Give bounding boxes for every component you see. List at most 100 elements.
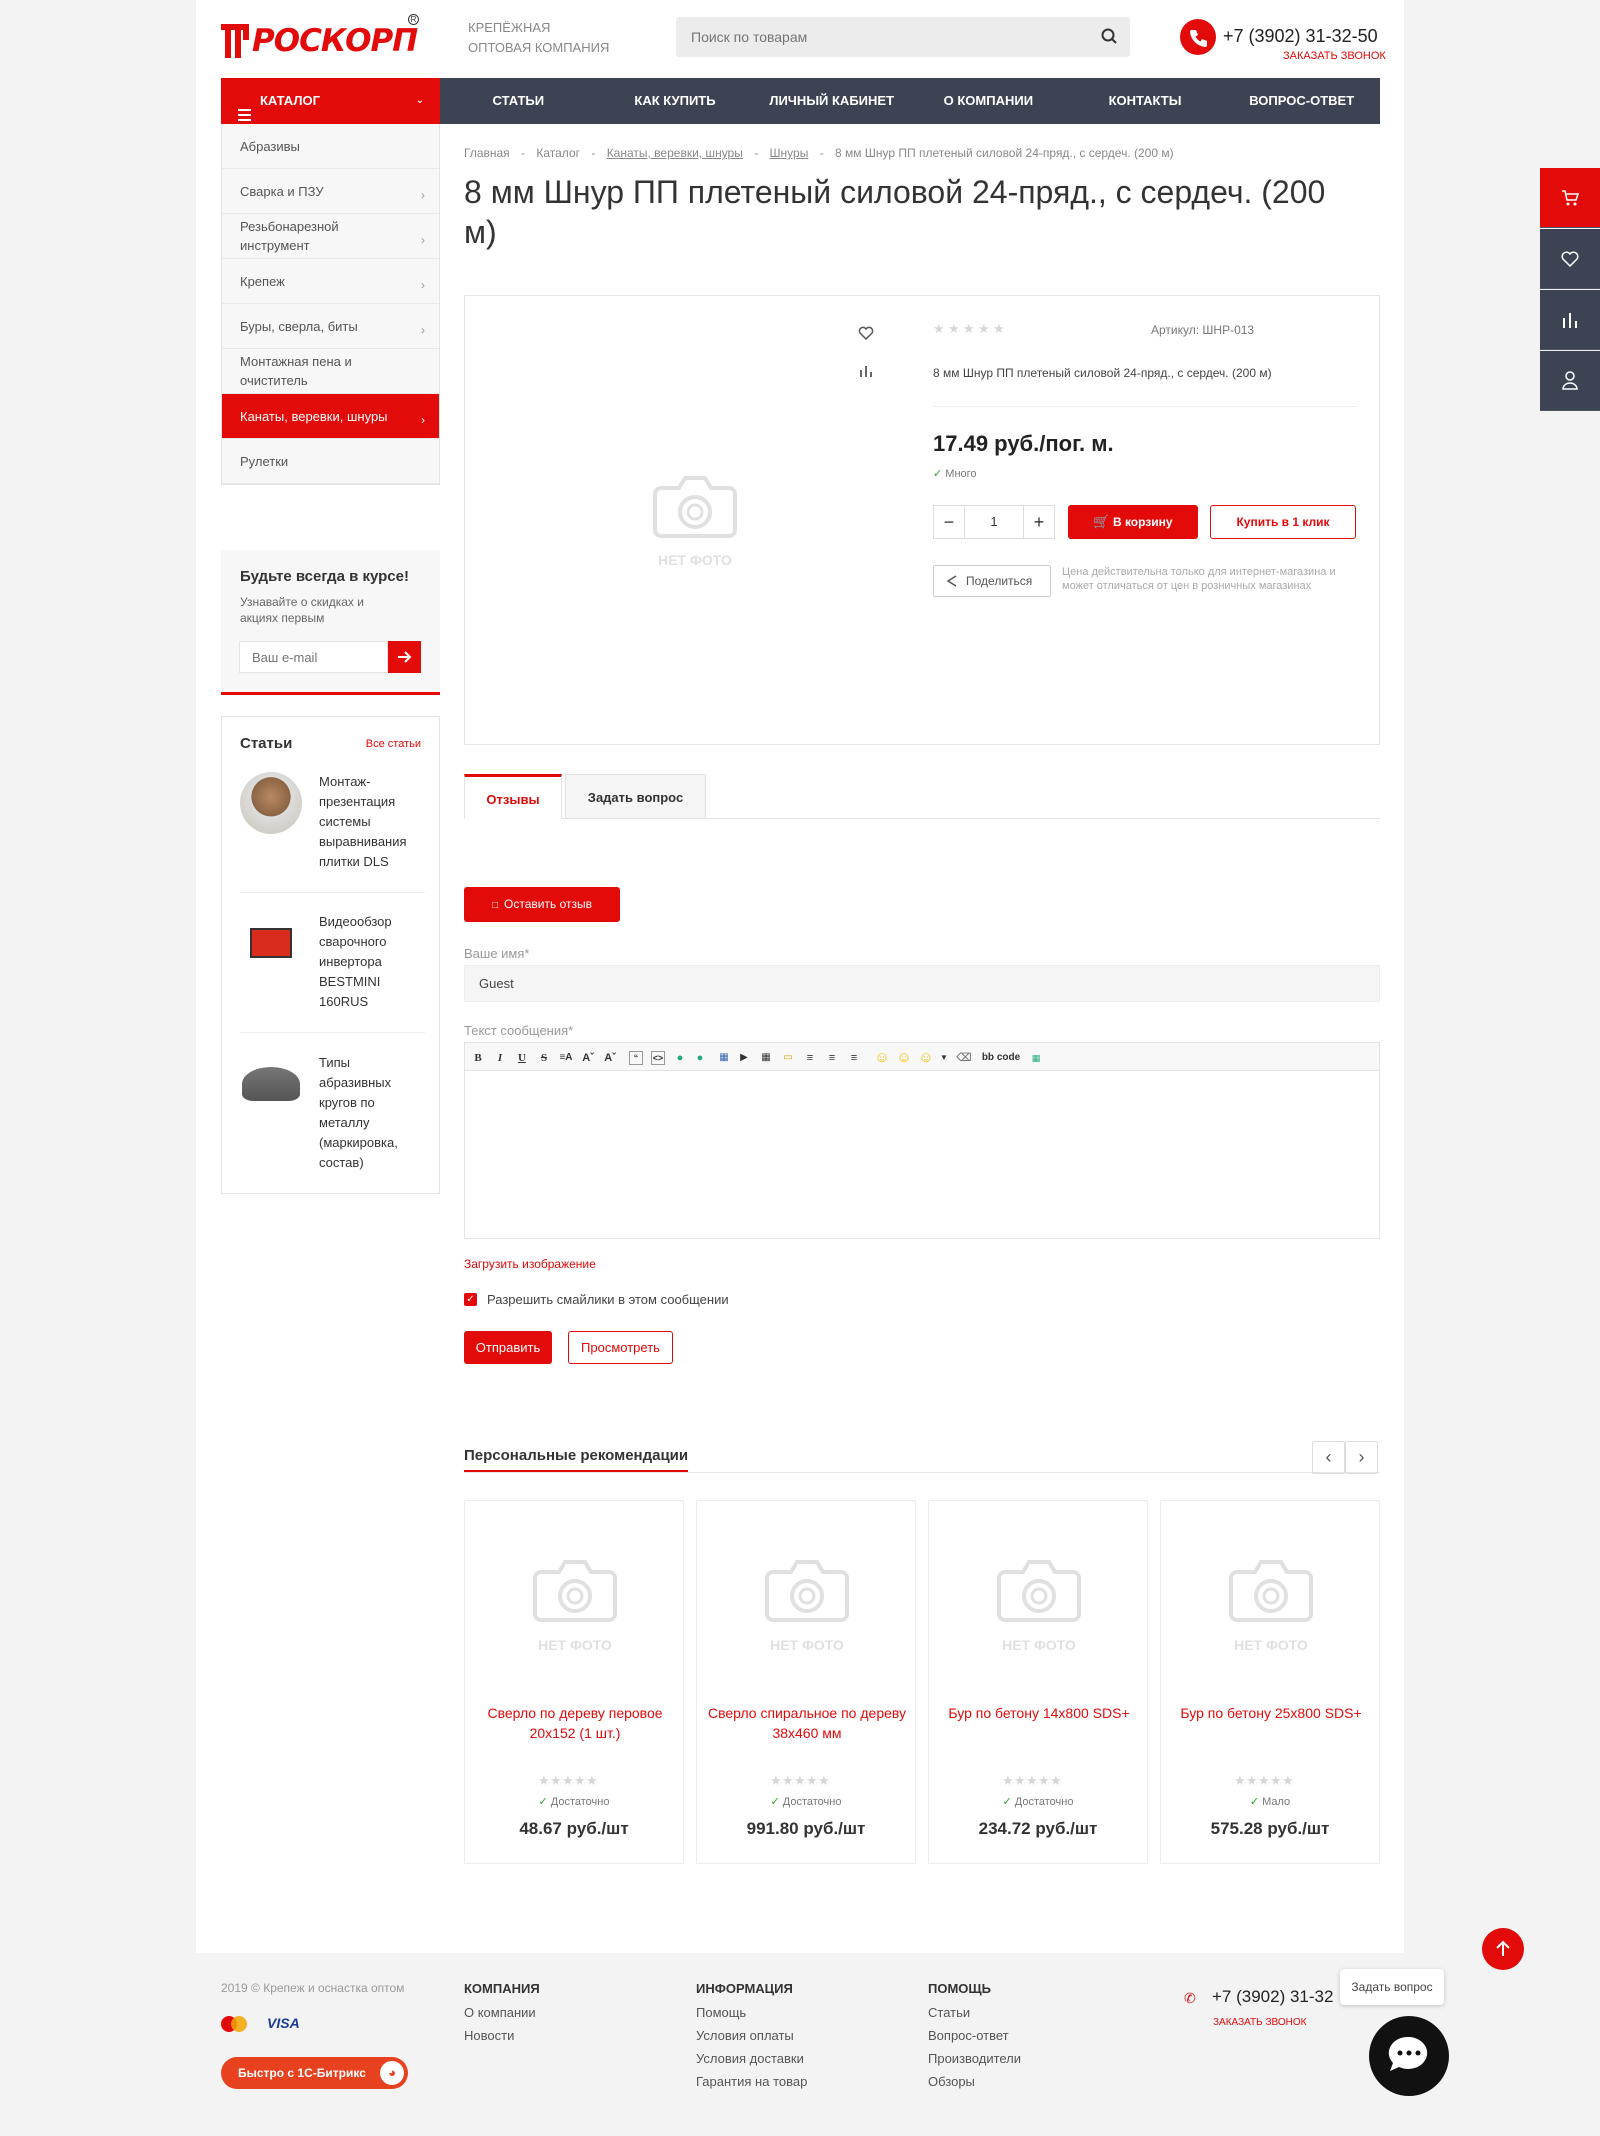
- product-name[interactable]: Бур по бетону 25х800 SDS+: [1171, 1703, 1371, 1723]
- nav-item-about[interactable]: О КОМПАНИИ: [910, 78, 1067, 124]
- breadcrumb-catalog[interactable]: Каталог: [536, 146, 580, 160]
- product-name[interactable]: Сверло по дереву перовое 20х152 (1 шт.): [475, 1703, 675, 1743]
- subscribe-submit-button[interactable]: [388, 641, 421, 673]
- sidebar-item-threading[interactable]: Резьбонарезной инструмент ›: [222, 214, 439, 259]
- chat-button[interactable]: [1369, 2016, 1449, 2096]
- code-icon[interactable]: <>: [651, 1051, 665, 1065]
- footer-link-articles[interactable]: Статьи: [928, 2005, 970, 2020]
- footer-link-about[interactable]: О компании: [464, 2005, 536, 2020]
- breadcrumb-cords[interactable]: Шнуры: [770, 146, 809, 160]
- spoiler-icon[interactable]: ▭: [779, 1049, 797, 1067]
- breadcrumb-ropes[interactable]: Канаты, веревки, шнуры: [607, 146, 743, 160]
- font-size-icon[interactable]: Aˇ: [579, 1049, 597, 1067]
- footer-phone[interactable]: +7 (3902) 31-32: [1212, 1987, 1342, 2007]
- sidebar-item-welding[interactable]: Сварка и ПЗУ ›: [222, 169, 439, 214]
- breadcrumb-home[interactable]: Главная: [464, 146, 510, 160]
- product-name[interactable]: Бур по бетону 14х800 SDS+: [939, 1703, 1139, 1723]
- logo-text[interactable]: РОСКОРП: [252, 24, 418, 58]
- footer-link-warranty[interactable]: Гарантия на товар: [696, 2074, 807, 2089]
- all-articles-link[interactable]: Все статьи: [366, 738, 421, 750]
- smile-icon[interactable]: ☺: [873, 1049, 891, 1067]
- logo-mark-icon[interactable]: [221, 24, 249, 58]
- font-color-icon[interactable]: ≡A: [557, 1049, 575, 1067]
- prev-arrow-button[interactable]: ‹: [1312, 1441, 1345, 1474]
- footer-link-reviews[interactable]: Обзоры: [928, 2074, 975, 2089]
- phone-icon[interactable]: [1180, 19, 1216, 55]
- catalog-button[interactable]: КАТАЛОГ ⌄: [221, 78, 440, 124]
- header-phone[interactable]: +7 (3902) 31-32-50: [1223, 26, 1378, 47]
- more-smiles-icon[interactable]: ▼: [935, 1049, 953, 1067]
- quantity-input[interactable]: 1: [964, 506, 1024, 538]
- search-input[interactable]: [676, 17, 1076, 57]
- nav-item-how-to-buy[interactable]: КАК КУПИТЬ: [597, 78, 754, 124]
- ordered-list-icon[interactable]: ≡: [823, 1049, 841, 1067]
- callback-link[interactable]: ЗАКАЗАТЬ ЗВОНОК: [1283, 50, 1386, 62]
- footer-link-manufacturers[interactable]: Производители: [928, 2051, 1021, 2066]
- side-profile-button[interactable]: [1540, 351, 1600, 411]
- product-card-recommendation[interactable]: НЕТ ФОТО Бур по бетону 25х800 SDS+ ★★★★★…: [1160, 1500, 1380, 1864]
- preview-button[interactable]: Просмотреть: [568, 1331, 673, 1364]
- sidebar-item-drills[interactable]: Буры, сверла, биты ›: [222, 304, 439, 349]
- video-icon[interactable]: ▶: [735, 1049, 753, 1067]
- quote-icon[interactable]: “: [629, 1051, 643, 1065]
- leave-review-button[interactable]: □ Оставить отзыв: [464, 887, 620, 922]
- align-icon[interactable]: ≡: [801, 1049, 819, 1067]
- sidebar-item-fasteners[interactable]: Крепеж ›: [222, 259, 439, 304]
- product-name[interactable]: Сверло спиральное по дереву 38х460 мм: [707, 1703, 907, 1743]
- plus-button[interactable]: +: [1024, 506, 1054, 538]
- bbcode-toggle[interactable]: bb code: [981, 1049, 1021, 1067]
- footer-link-payment[interactable]: Условия оплаты: [696, 2028, 794, 2043]
- nav-item-account[interactable]: ЛИЧНЫЙ КАБИНЕТ: [753, 78, 910, 124]
- underline-icon[interactable]: U: [513, 1049, 531, 1067]
- footer-callback-link[interactable]: ЗАКАЗАТЬ ЗВОНОК: [1213, 2017, 1306, 2028]
- footer-link-news[interactable]: Новости: [464, 2028, 514, 2043]
- list-icon[interactable]: ≡: [845, 1049, 863, 1067]
- product-card-recommendation[interactable]: НЕТ ФОТО Сверло по дереву перовое 20х152…: [464, 1500, 684, 1864]
- strike-icon[interactable]: S: [535, 1049, 553, 1067]
- add-to-cart-button[interactable]: 🛒 В корзину: [1068, 505, 1198, 539]
- sidebar-item-abrasives[interactable]: Абразивы: [222, 124, 439, 169]
- link-icon[interactable]: ●: [671, 1049, 689, 1067]
- scroll-top-button[interactable]: [1482, 1928, 1524, 1970]
- nav-item-articles[interactable]: СТАТЬИ: [440, 78, 597, 124]
- submit-button[interactable]: Отправить: [464, 1331, 552, 1364]
- tab-reviews[interactable]: Отзывы: [464, 774, 562, 819]
- buy-one-click-button[interactable]: Купить в 1 клик: [1210, 505, 1356, 539]
- image-icon[interactable]: ▦: [715, 1049, 733, 1067]
- email-field[interactable]: [239, 641, 388, 673]
- rating-stars[interactable]: ★ ★ ★ ★ ★: [933, 320, 1005, 338]
- bitrix-badge[interactable]: Быстро с 1С-Битрикс ◕: [221, 2057, 408, 2089]
- side-favorites-button[interactable]: [1540, 229, 1600, 289]
- minus-button[interactable]: −: [934, 506, 964, 538]
- nav-item-contacts[interactable]: КОНТАКТЫ: [1067, 78, 1224, 124]
- share-button[interactable]: Поделиться: [933, 565, 1051, 597]
- italic-icon[interactable]: I: [491, 1049, 509, 1067]
- laugh-icon[interactable]: ☺: [917, 1049, 935, 1067]
- compare-icon[interactable]: [859, 364, 873, 378]
- footer-link-help[interactable]: Помощь: [696, 2005, 746, 2020]
- name-field[interactable]: Guest: [464, 965, 1380, 1002]
- upload-image-link[interactable]: Загрузить изображение: [464, 1257, 596, 1271]
- tab-ask-question[interactable]: Задать вопрос: [565, 774, 706, 819]
- next-arrow-button[interactable]: ›: [1345, 1441, 1378, 1474]
- translit-icon[interactable]: ▦: [1027, 1049, 1045, 1067]
- sidebar-item-ropes[interactable]: Канаты, веревки, шнуры ›: [222, 394, 439, 439]
- unlink-icon[interactable]: ●: [691, 1049, 709, 1067]
- side-compare-button[interactable]: [1540, 290, 1600, 350]
- heart-icon[interactable]: [858, 326, 874, 340]
- table-icon[interactable]: ▦: [757, 1049, 775, 1067]
- search-icon[interactable]: [1100, 27, 1120, 47]
- nav-item-faq[interactable]: ВОПРОС-ОТВЕТ: [1223, 78, 1380, 124]
- smiles-checkbox[interactable]: ✓: [464, 1293, 477, 1306]
- product-card-recommendation[interactable]: НЕТ ФОТО Бур по бетону 14х800 SDS+ ★★★★★…: [928, 1500, 1148, 1864]
- sidebar-item-foam[interactable]: Монтажная пена и очиститель: [222, 349, 439, 394]
- product-card-recommendation[interactable]: НЕТ ФОТО Сверло спиральное по дереву 38х…: [696, 1500, 916, 1864]
- side-cart-button[interactable]: [1540, 168, 1600, 228]
- bold-icon[interactable]: B: [469, 1049, 487, 1067]
- wink-icon[interactable]: ☺: [895, 1049, 913, 1067]
- footer-link-delivery[interactable]: Условия доставки: [696, 2051, 804, 2066]
- footer-link-faq[interactable]: Вопрос-ответ: [928, 2028, 1009, 2043]
- font-family-icon[interactable]: Aˇ: [601, 1049, 619, 1067]
- sidebar-item-tapes[interactable]: Рулетки: [222, 439, 439, 484]
- eraser-icon[interactable]: ⌫: [955, 1049, 973, 1067]
